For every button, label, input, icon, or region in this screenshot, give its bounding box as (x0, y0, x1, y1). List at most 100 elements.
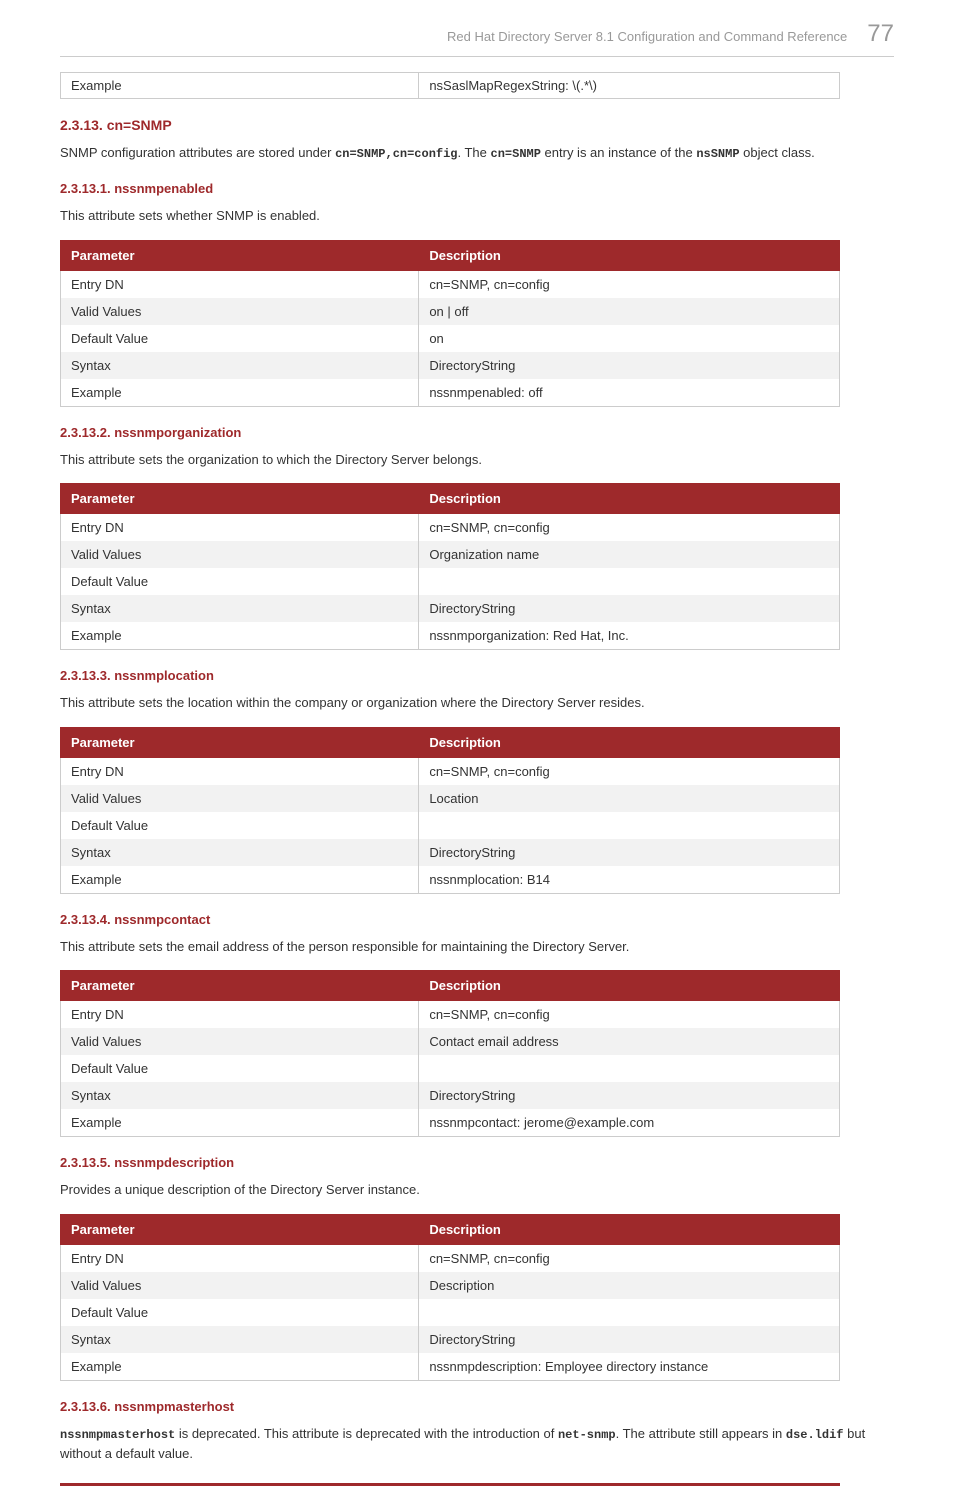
table-cell-parameter: Valid Values (61, 1272, 419, 1299)
table-cell-parameter: Valid Values (61, 298, 419, 325)
table-header-parameter: Parameter (61, 484, 419, 514)
parameter-table: ParameterDescriptionEntry DNcn=SNMP, cn=… (60, 970, 840, 1137)
table-cell-parameter: Valid Values (61, 541, 419, 568)
section-heading-sub: 2.3.13.3. nssnmplocation (60, 668, 894, 683)
table-cell-parameter: Example (61, 379, 419, 407)
table-row: Valid Valueson | off (61, 298, 840, 325)
table-cell-parameter: Valid Values (61, 785, 419, 812)
table-header-description: Description (419, 240, 840, 270)
parameter-table: ParameterDescriptionEntry DNcn=SNMP, cn=… (60, 1214, 840, 1381)
table-row: Valid ValuesDescription (61, 1272, 840, 1299)
table-row: Valid ValuesLocation (61, 785, 840, 812)
table-cell-description: cn=SNMP, cn=config (419, 514, 840, 542)
table-cell-parameter: Entry DN (61, 757, 419, 785)
table-cell-parameter: Example (61, 866, 419, 894)
table-row: SyntaxDirectoryString (61, 1082, 840, 1109)
table-cell-parameter: Default Value (61, 812, 419, 839)
text: object class. (740, 145, 815, 160)
table-cell-description: Organization name (419, 541, 840, 568)
table-row: SyntaxDirectoryString (61, 595, 840, 622)
table-cell-description: Location (419, 785, 840, 812)
table-cell-parameter: Default Value (61, 325, 419, 352)
text: SNMP configuration attributes are stored… (60, 145, 335, 160)
page-header: Red Hat Directory Server 8.1 Configurati… (60, 20, 894, 57)
table-cell-description: cn=SNMP, cn=config (419, 1244, 840, 1272)
text: . The (458, 145, 491, 160)
table-cell-parameter: Example (61, 1353, 419, 1381)
table-cell-description: nssnmpenabled: off (419, 379, 840, 407)
table-row: Valid ValuesContact email address (61, 1028, 840, 1055)
section-intro: This attribute sets whether SNMP is enab… (60, 206, 894, 226)
table-cell-description: on | off (419, 298, 840, 325)
text: . The attribute still appears in (616, 1426, 786, 1441)
table-row: Default Value (61, 812, 840, 839)
section-heading-sub: 2.3.13.2. nssnmporganization (60, 425, 894, 440)
parameter-table: ParameterDescriptionEntry DNcn=SNMP, cn=… (60, 727, 840, 894)
table-cell-parameter: Entry DN (61, 514, 419, 542)
table-cell-parameter: Default Value (61, 1055, 419, 1082)
table-cell-description: DirectoryString (419, 1326, 840, 1353)
table-cell-description: DirectoryString (419, 1082, 840, 1109)
table-cell-description: nssnmpdescription: Employee directory in… (419, 1353, 840, 1381)
section-intro-main: SNMP configuration attributes are stored… (60, 143, 894, 163)
table-row: Default Valueon (61, 325, 840, 352)
table-cell-description: Description (419, 1272, 840, 1299)
table-row: Entry DNcn=SNMP, cn=config (61, 514, 840, 542)
table-cell-parameter: Syntax (61, 1082, 419, 1109)
table-cell-parameter: Example (61, 1109, 419, 1137)
table-cell-description: DirectoryString (419, 839, 840, 866)
table-cell-parameter: Syntax (61, 352, 419, 379)
table-cell-parameter: Default Value (61, 1299, 419, 1326)
table-row: Entry DNcn=SNMP, cn=config (61, 1244, 840, 1272)
code-inline: net-snmp (558, 1428, 616, 1442)
code-inline: dse.ldif (786, 1428, 844, 1442)
parameter-table: ParameterDescriptionEntry DNcn=SNMP, cn=… (60, 483, 840, 650)
table-cell-description (419, 1299, 840, 1326)
table-cell-description: nssnmpcontact: jerome@example.com (419, 1109, 840, 1137)
table-cell-parameter: Entry DN (61, 1001, 419, 1029)
section-heading-sub: 2.3.13.1. nssnmpenabled (60, 181, 894, 196)
table-row: Examplenssnmpcontact: jerome@example.com (61, 1109, 840, 1137)
table-cell-parameter: Syntax (61, 595, 419, 622)
table-cell-description: Contact email address (419, 1028, 840, 1055)
table-cell-label: Example (61, 73, 419, 99)
table-header-description: Description (419, 1214, 840, 1244)
table-row: Valid ValuesOrganization name (61, 541, 840, 568)
table-cell-description: cn=SNMP, cn=config (419, 757, 840, 785)
code-inline: nssnmpmasterhost (60, 1428, 175, 1442)
section-heading-main: 2.3.13. cn=SNMP (60, 117, 894, 133)
section-intro: Provides a unique description of the Dir… (60, 1180, 894, 1200)
code-inline: cn=SNMP (491, 147, 541, 161)
table-cell-parameter: Entry DN (61, 1244, 419, 1272)
table-cell-parameter: Example (61, 622, 419, 650)
table-cell-parameter: Valid Values (61, 1028, 419, 1055)
table-cell-parameter: Syntax (61, 839, 419, 866)
parameter-table: ParameterDescriptionEntry DNcn=SNMP, cn=… (60, 240, 840, 407)
section-intro: This attribute sets the location within … (60, 693, 894, 713)
table-header-parameter: Parameter (61, 1214, 419, 1244)
table-cell-description (419, 812, 840, 839)
table-cell-description (419, 1055, 840, 1082)
table-header-description: Description (419, 727, 840, 757)
section-heading-sub: 2.3.13.4. nssnmpcontact (60, 912, 894, 927)
table-row: SyntaxDirectoryString (61, 352, 840, 379)
table-cell-description: DirectoryString (419, 352, 840, 379)
table-header-parameter: Parameter (61, 727, 419, 757)
section-intro: This attribute sets the organization to … (60, 450, 894, 470)
table-row: Examplenssnmporganization: Red Hat, Inc. (61, 622, 840, 650)
table-row: Default Value (61, 1055, 840, 1082)
code-inline: cn=SNMP,cn=config (335, 147, 457, 161)
section-heading-sub: 2.3.13.6. nssnmpmasterhost (60, 1399, 894, 1414)
table-row: SyntaxDirectoryString (61, 839, 840, 866)
section-intro-last: nssnmpmasterhost is deprecated. This att… (60, 1424, 894, 1464)
table-row: Entry DNcn=SNMP, cn=config (61, 1001, 840, 1029)
header-title: Red Hat Directory Server 8.1 Configurati… (447, 29, 847, 44)
table-header-description: Description (419, 484, 840, 514)
table-cell-description (419, 568, 840, 595)
table-row: SyntaxDirectoryString (61, 1326, 840, 1353)
table-row: Default Value (61, 568, 840, 595)
table-row: Default Value (61, 1299, 840, 1326)
code-inline: nsSNMP (696, 147, 739, 161)
table-cell-parameter: Default Value (61, 568, 419, 595)
section-intro: This attribute sets the email address of… (60, 937, 894, 957)
